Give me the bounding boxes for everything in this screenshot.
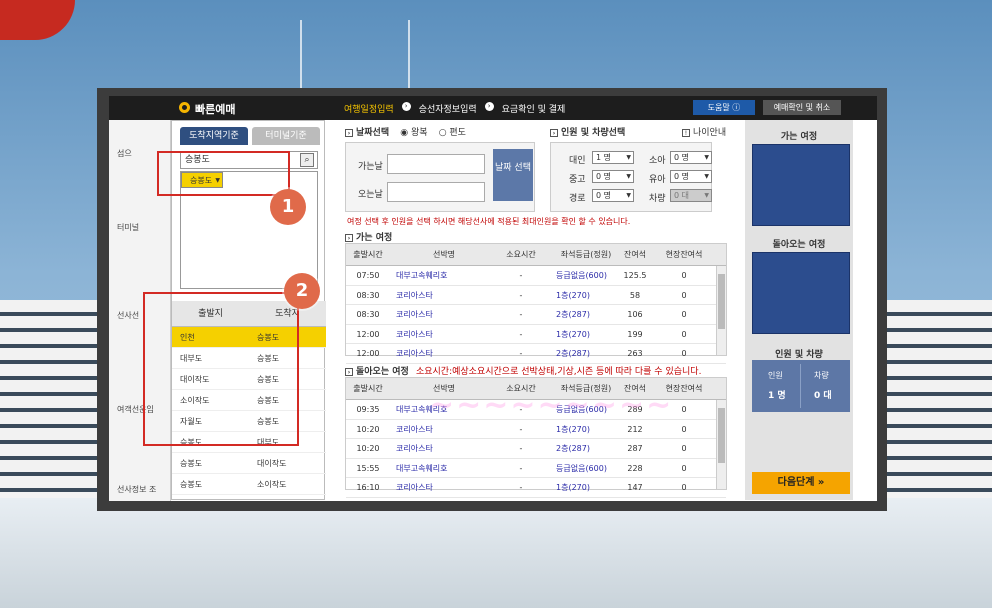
- notice-text: 여정 선택 후 인원을 선택 하시면 해당선사에 적용된 최대인원을 확인 할 …: [347, 217, 631, 226]
- summary-panel: 가는 여정 돌아오는 여정 인원 및 차량 인원 1 명 차량 0 대 다음단계…: [745, 120, 853, 500]
- divider: [800, 364, 801, 408]
- route-row[interactable]: 승봉도 소이작도: [172, 474, 326, 495]
- table-header: 출발시간 선박명 소요시간 좌석등급(정원) 잔여석 현장잔여석: [346, 244, 726, 266]
- side-menu-item[interactable]: 선사정보 조: [117, 484, 177, 495]
- background-ship-deck: [0, 498, 992, 608]
- adult-label: 대인: [569, 156, 586, 166]
- back-date-label: 오는날: [358, 190, 383, 200]
- table-row[interactable]: 08:30 코리아스타 -1층(270) 58 0: [346, 286, 726, 305]
- table-row[interactable]: 12:00 코리아스타 -1층(270) 199 0: [346, 325, 726, 344]
- vehicle-select[interactable]: 0 대: [670, 189, 712, 202]
- date-select-button[interactable]: 날짜 선택: [493, 149, 533, 201]
- child-label: 소아: [649, 156, 666, 166]
- date-box: 가는날 오는날 날짜 선택: [345, 142, 535, 212]
- go-summary-label: 가는 여정: [780, 132, 818, 142]
- people-box: 대인 1 명 중고 0 명 경로 0 명 소아 0 명 유아 0 명 차량 0 …: [550, 142, 712, 212]
- reservation-check-button[interactable]: 예매확인 및 취소: [763, 100, 841, 115]
- adult-select[interactable]: 1 명: [592, 151, 634, 164]
- back-date-input[interactable]: [387, 182, 485, 202]
- arrow-right-icon: ›: [345, 234, 353, 242]
- senior-label: 경로: [569, 194, 586, 204]
- table-row[interactable]: 08:30 코리아스타 -2층(287) 106 0: [346, 305, 726, 325]
- back-summary-label: 돌아오는 여정: [772, 240, 826, 250]
- annotation-badge-1: 1: [270, 189, 306, 225]
- annotation-box-1: [157, 151, 290, 196]
- table-row[interactable]: 15:55 대부고속훼리호 - 등급없음(600) 228 0: [346, 459, 726, 478]
- people-section-label: › 인원 및 차량선택: [550, 125, 625, 138]
- back-section-label: › 돌아오는 여정 소요시간:예상소요시간으로 선박상태,기상,시즌 등에 따라 …: [345, 364, 701, 377]
- background-ship-mast: [300, 20, 410, 90]
- tab-terminal[interactable]: 터미널기준: [252, 127, 320, 145]
- arrow-right-icon: ›: [401, 102, 411, 111]
- info-icon: !: [682, 129, 690, 137]
- duration-note: 소요시간:예상소요시간으로 선박상태,기상,시즌 등에 따라 다를 수 있습니다…: [415, 367, 702, 377]
- people-summary-box: 인원 1 명 차량 0 대: [752, 360, 850, 412]
- watermark: ~~~~~~~~~: [429, 388, 674, 423]
- teen-select[interactable]: 0 명: [592, 170, 634, 183]
- circle-icon: [179, 102, 190, 113]
- arrow-right-icon: ›: [484, 102, 494, 111]
- go-section-label: › 가는 여정: [345, 230, 392, 243]
- table-row[interactable]: 10:20 코리아스타 -2층(287) 287 0: [346, 439, 726, 459]
- back-summary-box: [752, 252, 850, 334]
- tab-destination[interactable]: 도착지역기준: [180, 127, 248, 145]
- side-menu-item[interactable]: 터미널: [117, 222, 177, 233]
- page-title: 빠른예매: [195, 103, 236, 116]
- step-1: 여행일정입력: [344, 105, 394, 115]
- go-date-input[interactable]: [387, 154, 485, 174]
- scrollbar[interactable]: [716, 266, 726, 355]
- step-2: 승선자정보입력: [418, 105, 477, 115]
- date-section-label: › 날짜선택 ◉ 왕복 ○ 편도: [345, 125, 466, 138]
- background-red-hull: [0, 0, 75, 40]
- step-3: 요금확인 및 결제: [501, 105, 566, 115]
- annotation-box-2: [143, 292, 299, 446]
- teen-label: 중고: [569, 175, 586, 185]
- next-step-button[interactable]: 다음단계 »: [752, 472, 850, 494]
- go-summary-box: [752, 144, 850, 226]
- table-row[interactable]: 07:50 대부고속훼리호 - 등급없음(600) 125.5 0: [346, 266, 726, 286]
- arrow-right-icon: ›: [345, 368, 353, 376]
- arrow-right-icon: ›: [550, 129, 558, 137]
- go-date-label: 가는날: [358, 162, 383, 172]
- table-row[interactable]: 16:10 코리아스타 -1층(270) 147 0: [346, 478, 726, 498]
- radio-oneway[interactable]: ○ 편도: [439, 128, 466, 138]
- people-count: 1 명: [768, 391, 786, 401]
- senior-select[interactable]: 0 명: [592, 189, 634, 202]
- radio-roundtrip[interactable]: ◉ 왕복: [400, 128, 427, 138]
- go-schedule-table: 출발시간 선박명 소요시간 좌석등급(정원) 잔여석 현장잔여석 07:50 대부고속훼리호…: [345, 243, 727, 364]
- child-select[interactable]: 0 명: [670, 151, 712, 164]
- route-row[interactable]: 승봉도 대이작도: [172, 453, 326, 474]
- vehicle-label: 차량: [649, 194, 666, 204]
- people-count-label: 인원: [768, 371, 783, 380]
- scrollbar[interactable]: [716, 400, 726, 489]
- table-row[interactable]: 12:00 코리아스타 -2층(287) 263 0: [346, 344, 726, 364]
- vehicle-count: 0 대: [814, 391, 832, 401]
- search-icon[interactable]: ⌕: [300, 153, 314, 167]
- infant-label: 유아: [649, 175, 666, 185]
- infant-select[interactable]: 0 명: [670, 170, 712, 183]
- vehicle-count-label: 차량: [814, 371, 829, 380]
- schedule-panel: › 날짜선택 ◉ 왕복 ○ 편도 가는날 오는날 날짜 선택 › 인원 및 차량선택…: [336, 120, 736, 500]
- age-info-link[interactable]: ! 나이안내: [682, 125, 726, 138]
- arrow-right-icon: ›: [345, 129, 353, 137]
- people-summary-label: 인원 및 차량: [775, 350, 823, 360]
- top-bar: 빠른예매 여행일정입력 › 승선자정보입력 › 요금확인 및 결제 도움말 ⓘ …: [109, 96, 877, 120]
- region-tabs: 도착지역기준 터미널기준: [180, 127, 320, 145]
- help-button[interactable]: 도움말 ⓘ: [693, 100, 755, 115]
- step-indicator: 여행일정입력 › 승선자정보입력 › 요금확인 및 결제: [344, 102, 565, 115]
- annotation-badge-2: 2: [284, 273, 320, 309]
